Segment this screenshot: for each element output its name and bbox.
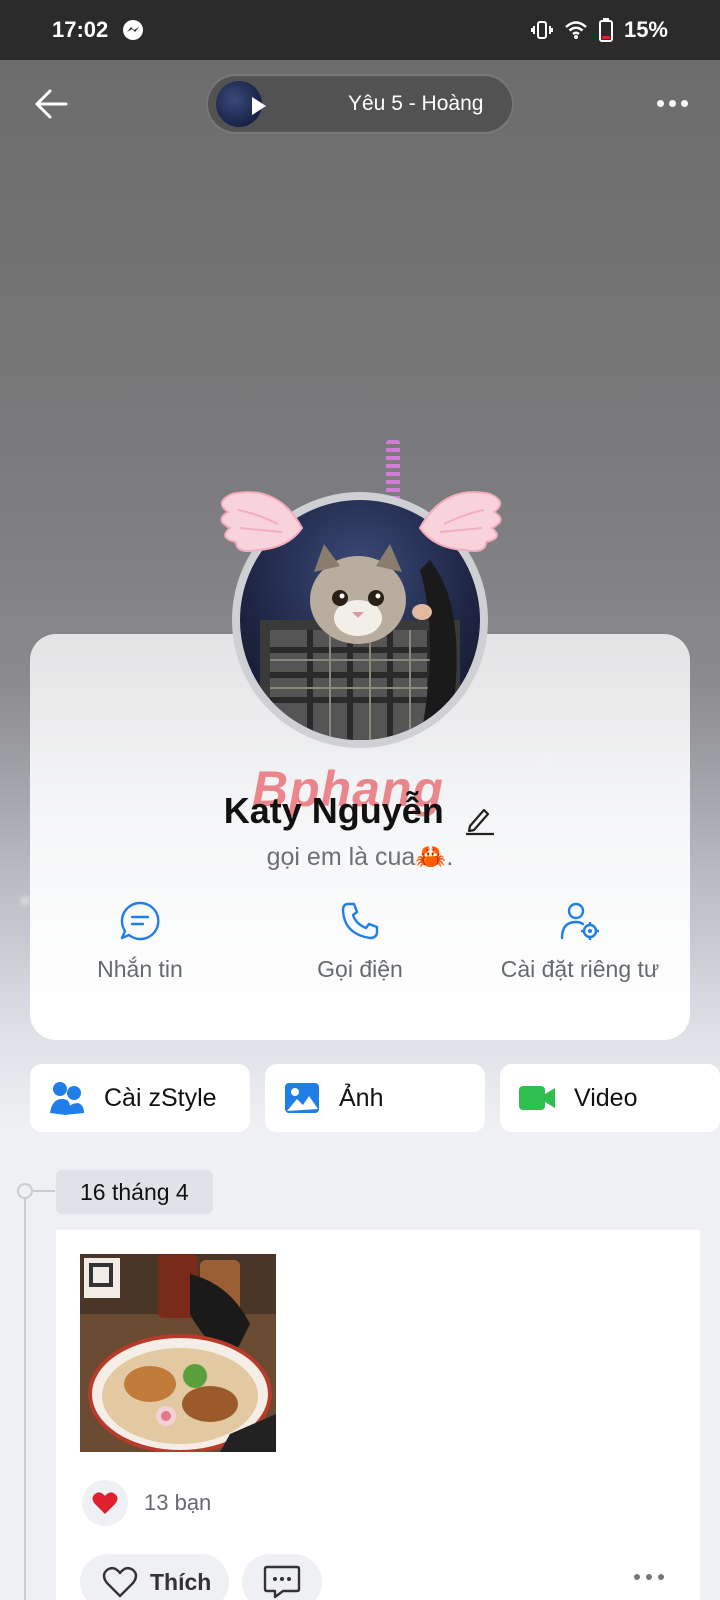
zstyle-label: Cài zStyle (104, 1083, 217, 1112)
zstyle-icon (50, 1082, 84, 1115)
video-label: Video (574, 1083, 638, 1112)
music-title: Yêu 5 - Hoàng (348, 92, 484, 115)
post-reactions[interactable]: 13 bạn (82, 1480, 211, 1526)
messenger-icon (122, 19, 144, 41)
video-chip[interactable]: Video (500, 1064, 720, 1132)
more-options-button[interactable] (654, 88, 690, 118)
zstyle-chip[interactable]: Cài zStyle (30, 1064, 250, 1132)
status-time: 17:02 (52, 17, 109, 42)
profile-music-player[interactable]: Yêu 5 - Hoàng (206, 74, 514, 134)
timeline-dot (17, 1183, 33, 1199)
music-cover-thumbnail (216, 81, 266, 127)
wing-right-icon (418, 491, 502, 552)
timeline-tick (33, 1190, 55, 1192)
battery-percent: 15% (623, 17, 668, 42)
call-button[interactable]: Gọi điện (250, 900, 470, 1000)
dot (634, 1574, 640, 1580)
quick-links: Cài zStyle Ảnh Video (30, 1064, 720, 1132)
edit-pencil-icon[interactable] (462, 802, 496, 836)
privacy-settings-button[interactable]: Cài đặt riêng tư (470, 900, 690, 1000)
profile-status: gọi em là cua🦀. (266, 843, 454, 871)
battery-icon (598, 18, 614, 42)
timeline-date: 16 tháng 4 (56, 1170, 213, 1214)
wing-left-icon (220, 491, 304, 552)
cover-light (20, 896, 30, 906)
like-button[interactable]: Thích (80, 1554, 230, 1600)
likes-count: 13 bạn (144, 1490, 212, 1515)
comment-icon (263, 1565, 301, 1599)
timeline-post: 13 bạn Thích (56, 1230, 700, 1600)
dot (658, 1574, 664, 1580)
ramen-photo (80, 1254, 276, 1452)
dot (668, 99, 676, 107)
post-more-button[interactable] (634, 1574, 664, 1580)
status-bar: 17:02 15% (0, 0, 720, 60)
photos-label: Ảnh (339, 1083, 384, 1112)
arrow-left-icon (35, 89, 68, 119)
heart-reaction-badge (82, 1480, 128, 1526)
dot (680, 99, 688, 107)
heart-outline-icon (102, 1566, 138, 1598)
message-button[interactable]: Nhắn tin (30, 900, 250, 1000)
privacy-settings-label: Cài đặt riêng tư (500, 956, 660, 982)
wifi-icon (564, 20, 588, 40)
video-icon (519, 1086, 555, 1110)
message-label: Nhắn tin (97, 956, 183, 982)
like-label: Thích (150, 1568, 212, 1595)
profile-actions: Nhắn tin Gọi điện Cài đặt riêng tư (30, 900, 690, 1000)
back-button[interactable] (30, 82, 74, 126)
call-label: Gọi điện (317, 956, 403, 982)
dot (646, 1574, 652, 1580)
timeline-line (24, 1190, 26, 1600)
message-icon (120, 901, 160, 941)
play-icon[interactable] (252, 97, 266, 115)
profile-name-row: Katy Nguyễn (30, 790, 690, 836)
heart-icon (92, 1492, 118, 1514)
phone-icon (341, 902, 379, 940)
photo-icon (285, 1083, 319, 1113)
top-bar: Yêu 5 - Hoàng (0, 60, 720, 148)
photos-chip[interactable]: Ảnh (265, 1064, 485, 1132)
vibrate-icon (530, 19, 554, 41)
dot (656, 99, 664, 107)
profile-name: Katy Nguyễn (223, 790, 444, 831)
post-photo[interactable] (80, 1254, 276, 1452)
user-settings-icon (560, 902, 599, 940)
comment-button[interactable] (242, 1554, 322, 1600)
